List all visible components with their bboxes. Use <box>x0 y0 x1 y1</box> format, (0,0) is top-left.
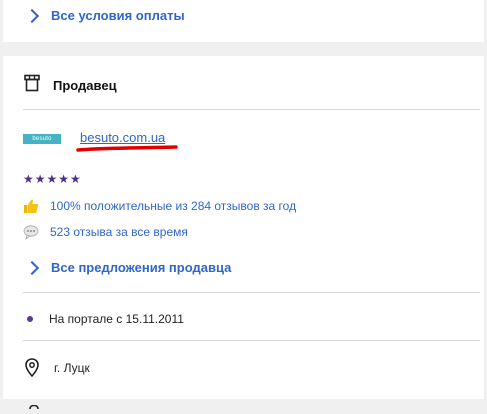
divider <box>23 292 480 293</box>
thumbs-up-icon <box>23 198 39 214</box>
seller-name-link[interactable]: besuto.com.ua <box>80 130 165 145</box>
all-seller-offers-link[interactable]: Все предложения продавца <box>24 260 232 275</box>
payment-card: Все условия оплаты <box>3 0 484 42</box>
speech-bubble-icon <box>23 224 39 240</box>
all-reviews-row[interactable]: 523 отзыва за все время <box>23 224 188 240</box>
all-reviews-text: 523 отзыва за все время <box>50 225 188 239</box>
section-title: Продавец <box>53 78 117 93</box>
bullet-dot <box>27 316 33 322</box>
seller-card: Продавец besuto besuto.com.ua ★★★★★ 100%… <box>3 56 484 410</box>
city-text: г. Луцк <box>54 360 90 375</box>
city-row: г. Луцк <box>25 358 90 377</box>
on-portal-row: На портале с 15.11.2011 <box>27 312 184 326</box>
positive-reviews-row[interactable]: 100% положительные из 284 отзывов за год <box>23 198 296 214</box>
location-pin-icon <box>25 358 39 377</box>
chevron-right-icon <box>24 8 40 23</box>
seller-logo[interactable]: besuto <box>23 134 61 144</box>
divider <box>23 109 480 110</box>
seller-section-header: Продавец <box>23 74 117 97</box>
red-underline-annotation <box>76 145 178 152</box>
on-portal-text: На портале с 15.11.2011 <box>49 312 184 326</box>
rating-stars: ★★★★★ <box>23 172 82 186</box>
chevron-right-icon <box>24 260 40 275</box>
store-icon <box>23 74 41 97</box>
all-seller-offers-label: Все предложения продавца <box>51 260 232 275</box>
all-payment-conditions-link[interactable]: Все условия оплаты <box>24 8 185 23</box>
positive-reviews-text: 100% положительные из 284 отзывов за год <box>50 199 297 213</box>
all-payment-conditions-label: Все условия оплаты <box>51 8 185 23</box>
divider <box>23 340 480 341</box>
